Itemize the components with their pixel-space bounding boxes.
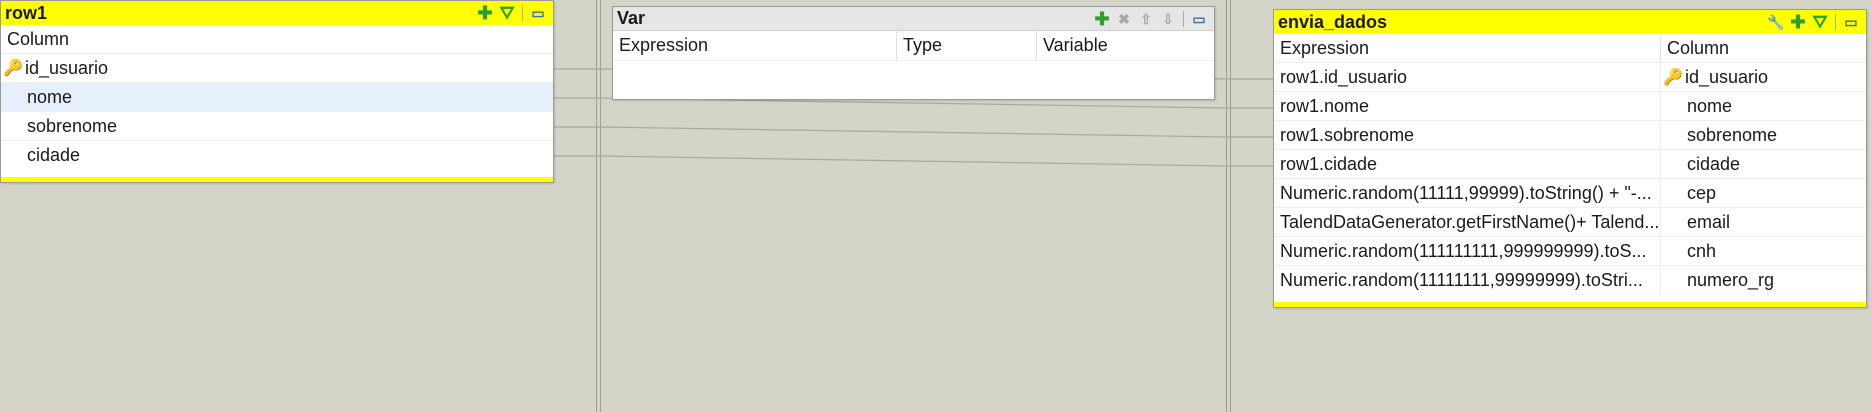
remove-x-icon[interactable]: ✖ (1115, 10, 1133, 28)
column-cell: cep (1687, 182, 1717, 203)
table-row[interactable]: 🔑 id_usuario (1, 54, 553, 83)
column-cell: sobrenome (1687, 124, 1778, 145)
expression-cell[interactable]: row1.sobrenome (1274, 121, 1661, 149)
input-column-name: id_usuario (25, 57, 109, 78)
column-cell: id_usuario (1685, 66, 1769, 87)
move-down-icon[interactable]: ⇩ (1159, 10, 1177, 28)
expression-cell[interactable]: Numeric.random(111111111,999999999).toS.… (1274, 237, 1661, 265)
expression-cell[interactable]: TalendDataGenerator.getFirstName()+ Tale… (1274, 208, 1661, 236)
table-row[interactable]: TalendDataGenerator.getFirstName()+ Tale… (1274, 208, 1866, 237)
table-row[interactable]: Numeric.random(11111,99999).toString() +… (1274, 179, 1866, 208)
table-row[interactable]: Numeric.random(111111111,999999999).toS.… (1274, 237, 1866, 266)
pane-separator-right[interactable] (1226, 0, 1227, 412)
expression-header[interactable]: Expression (1274, 34, 1661, 62)
minimize-window-icon[interactable]: ▭ (529, 4, 547, 22)
table-row[interactable]: nome (1, 83, 553, 112)
toolbar-divider (1835, 14, 1836, 30)
filter-add-icon[interactable]: ⛛ (498, 4, 516, 22)
table-row[interactable]: cidade (1, 141, 553, 170)
link-sobrenome (552, 126, 1274, 138)
expression-cell[interactable]: row1.id_usuario (1274, 63, 1661, 91)
table-row[interactable]: row1.nome nome (1274, 92, 1866, 121)
key-icon: 🔑 (1663, 69, 1683, 86)
expression-cell[interactable]: Numeric.random(11111,99999).toString() +… (1274, 179, 1661, 207)
add-plus-icon[interactable]: ✚ (1789, 13, 1807, 31)
toolbar-divider (522, 5, 523, 21)
filter-add-icon[interactable]: ⛛ (1811, 13, 1829, 31)
output-table-footer-bar (1274, 302, 1866, 307)
table-row[interactable]: row1.sobrenome sobrenome (1274, 121, 1866, 150)
column-cell: email (1687, 211, 1731, 232)
input-column-name: cidade (27, 145, 81, 165)
key-icon: 🔑 (3, 60, 23, 77)
output-table-envia-dados: envia_dados 🔧 ✚ ⛛ ▭ Expression Column ro… (1273, 9, 1867, 308)
add-plus-icon[interactable]: ✚ (1093, 10, 1111, 28)
expression-cell[interactable]: row1.nome (1274, 92, 1661, 120)
output-table-header: Expression Column (1274, 34, 1866, 63)
input-column-name: nome (27, 86, 73, 107)
move-up-icon[interactable]: ⇧ (1137, 10, 1155, 28)
output-table-toolbar: 🔧 ✚ ⛛ ▭ (1767, 13, 1860, 31)
pane-separator-right-2[interactable] (1230, 0, 1231, 412)
expression-cell[interactable]: row1.cidade (1274, 150, 1661, 178)
expression-cell[interactable]: Numeric.random(11111111,99999999).toStri… (1274, 266, 1661, 295)
pane-separator-left-2[interactable] (600, 0, 601, 412)
table-row[interactable]: sobrenome (1, 112, 553, 141)
expression-header[interactable]: Expression (613, 31, 897, 60)
table-row[interactable]: Numeric.random(11111111,99999999).toStri… (1274, 266, 1866, 295)
link-cidade (552, 155, 1274, 167)
input-table-toolbar: ✚ ⛛ ▭ (476, 4, 547, 22)
input-table-title-bar: row1 ✚ ⛛ ▭ (1, 1, 553, 25)
column-cell: numero_rg (1687, 270, 1775, 290)
var-table-title: Var (617, 8, 646, 28)
var-table: Var ✚ ✖ ⇧ ⇩ ▭ Expression Type Variable (612, 6, 1215, 100)
minimize-window-icon[interactable]: ▭ (1842, 13, 1860, 31)
input-table-footer-bar (1, 177, 553, 182)
toolbar-divider (1183, 10, 1184, 27)
type-header[interactable]: Type (897, 31, 1037, 60)
minimize-window-icon[interactable]: ▭ (1190, 10, 1208, 28)
input-column-name: sobrenome (27, 115, 118, 136)
add-plus-icon[interactable]: ✚ (476, 4, 494, 22)
column-header[interactable]: Column (1, 25, 69, 53)
column-header[interactable]: Column (1661, 34, 1866, 62)
column-cell: cnh (1687, 240, 1717, 261)
output-table-title-bar: envia_dados 🔧 ✚ ⛛ ▭ (1274, 10, 1866, 34)
output-table-title: envia_dados (1278, 11, 1388, 32)
table-row[interactable]: row1.id_usuario 🔑 id_usuario (1274, 63, 1866, 92)
wrench-icon[interactable]: 🔧 (1767, 13, 1785, 31)
table-row[interactable]: row1.cidade cidade (1274, 150, 1866, 179)
column-cell: cidade (1687, 153, 1741, 174)
var-table-header: Expression Type Variable (613, 31, 1214, 61)
var-table-toolbar: ✚ ✖ ⇧ ⇩ ▭ (1093, 10, 1208, 28)
pane-separator-left[interactable] (596, 0, 597, 412)
column-cell: nome (1687, 95, 1733, 116)
input-table-row1: row1 ✚ ⛛ ▭ Column 🔑 id_usuario nome sobr… (0, 0, 554, 183)
input-table-header: Column (1, 25, 553, 54)
input-table-title: row1 (5, 2, 48, 23)
variable-header[interactable]: Variable (1037, 31, 1213, 60)
var-table-title-bar: Var ✚ ✖ ⇧ ⇩ ▭ (613, 7, 1214, 31)
